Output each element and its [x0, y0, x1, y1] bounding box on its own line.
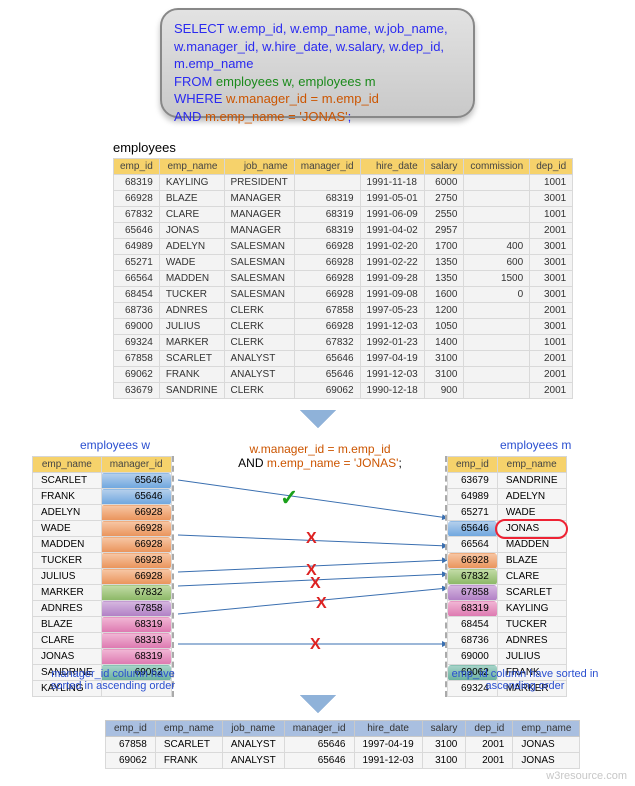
table-row: 67858SCARLET	[448, 585, 567, 601]
result-table-container: emp_idemp_namejob_namemanager_idhire_dat…	[105, 720, 580, 769]
employees-m-table: emp_idemp_name 63679SANDRINE64989ADELYN6…	[447, 456, 567, 697]
col-header: salary	[424, 159, 464, 175]
arrow-down-2	[300, 695, 336, 713]
table-row: 68736ADNRESCLERK678581997-05-2312002001	[114, 303, 573, 319]
employees-table: emp_idemp_namejob_namemanager_idhire_dat…	[113, 158, 573, 399]
x-icon: X	[316, 595, 327, 613]
table-row: 65646JONASMANAGER683191991-04-0229572001	[114, 223, 573, 239]
table-row: 68319KAYLINGPRESIDENT1991-11-1860001001	[114, 175, 573, 191]
col-header: emp_id	[106, 721, 156, 737]
table-row: JONAS68319	[33, 649, 172, 665]
table-row: 68454TUCKER	[448, 617, 567, 633]
col-header: manager_id	[101, 457, 171, 473]
x-icon: X	[306, 530, 317, 548]
mid-semi: ;	[398, 456, 401, 470]
table-row: 66564MADDEN	[448, 537, 567, 553]
table-row: 65271WADE	[448, 505, 567, 521]
employees-m-table-container: emp_idemp_name 63679SANDRINE64989ADELYN6…	[445, 456, 567, 697]
employees-w-label: employees w	[80, 438, 150, 452]
table-row: SCARLET65646	[33, 473, 172, 489]
col-header: emp_name	[497, 457, 566, 473]
table-row: 64989ADELYNSALESMAN669281991-02-20170040…	[114, 239, 573, 255]
col-header: emp_id	[114, 159, 160, 175]
employees-m-label: employees m	[500, 438, 571, 452]
table-row: 67832CLARE	[448, 569, 567, 585]
watermark: w3resource.com	[546, 770, 627, 782]
table-row: 67858SCARLETANALYST656461997-04-19310020…	[106, 737, 580, 753]
table-row: 65646JONAS	[448, 521, 567, 537]
col-header: job_name	[222, 721, 284, 737]
table-row: 66928BLAZE	[448, 553, 567, 569]
sql-select: SELECT w.emp_id, w.emp_name, w.job_name,…	[174, 21, 448, 71]
col-header: emp_name	[159, 159, 224, 175]
col-header: emp_name	[33, 457, 102, 473]
table-row: 69062FRANKANALYST656461991-12-0331002001	[114, 367, 573, 383]
table-row: ADELYN66928	[33, 505, 172, 521]
table-row: ADNRES67858	[33, 601, 172, 617]
col-header: manager_id	[284, 721, 354, 737]
table-row: MARKER67832	[33, 585, 172, 601]
sql-cond2: m.emp_name = 'JONAS'	[205, 109, 348, 124]
table-row: BLAZE68319	[33, 617, 172, 633]
table-row: WADE66928	[33, 521, 172, 537]
table-row: 69000JULIUS	[448, 649, 567, 665]
table-row: 63679SANDRINECLERK690621990-12-189002001	[114, 383, 573, 399]
table-row: TUCKER66928	[33, 553, 172, 569]
col-header: salary	[422, 721, 466, 737]
table-row: 68736ADNRES	[448, 633, 567, 649]
table-row: 67858SCARLETANALYST656461997-04-19310020…	[114, 351, 573, 367]
employees-label: employees	[113, 140, 176, 155]
col-header: dep_id	[530, 159, 573, 175]
w-sort-note: manager_id column have sorted in ascendi…	[38, 668, 188, 692]
table-row: 66564MADDENSALESMAN669281991-09-28135015…	[114, 271, 573, 287]
x-icon: X	[310, 575, 321, 593]
table-row: CLARE68319	[33, 633, 172, 649]
sql-from-tbl: employees w, employees m	[216, 74, 376, 89]
col-header: commission	[464, 159, 530, 175]
table-row: JULIUS66928	[33, 569, 172, 585]
mid-and: AND	[238, 456, 267, 470]
table-row: 67832CLAREMANAGER683191991-06-0925501001	[114, 207, 573, 223]
table-row: 66928BLAZEMANAGER683191991-05-0127503001	[114, 191, 573, 207]
col-header: job_name	[224, 159, 294, 175]
join-condition-text: w.manager_id = m.emp_id AND m.emp_name =…	[225, 442, 415, 470]
col-header: dep_id	[466, 721, 513, 737]
x-icon: X	[310, 636, 321, 654]
col-header: emp_name	[513, 721, 580, 737]
table-row: 68319KAYLING	[448, 601, 567, 617]
col-header: hire_date	[354, 721, 422, 737]
m-sort-note: emp_id column have sorted in ascending o…	[450, 668, 600, 692]
col-header: manager_id	[294, 159, 360, 175]
sql-and-kw: AND	[174, 109, 205, 124]
result-table: emp_idemp_namejob_namemanager_idhire_dat…	[105, 720, 580, 769]
table-row: MADDEN66928	[33, 537, 172, 553]
mid-cond2: m.emp_name = 'JONAS'	[267, 456, 399, 470]
employees-w-table: emp_namemanager_id SCARLET65646FRANK6564…	[32, 456, 172, 697]
col-header: hire_date	[360, 159, 424, 175]
table-row: 63679SANDRINE	[448, 473, 567, 489]
table-row: FRANK65646	[33, 489, 172, 505]
col-header: emp_name	[155, 721, 222, 737]
sql-where-kw: WHERE	[174, 91, 226, 106]
employees-w-table-container: emp_namemanager_id SCARLET65646FRANK6564…	[32, 456, 174, 697]
table-row: 69062FRANKANALYST656461991-12-0331002001…	[106, 753, 580, 769]
table-row: 69324MARKERCLERK678321992-01-2314001001	[114, 335, 573, 351]
sql-from-kw: FROM	[174, 74, 216, 89]
arrow-down-1	[300, 410, 336, 428]
sql-query-box: SELECT w.emp_id, w.emp_name, w.job_name,…	[160, 8, 475, 118]
check-icon: ✓	[280, 485, 298, 511]
sql-cond1: w.manager_id = m.emp_id	[226, 91, 379, 106]
table-row: 65271WADESALESMAN669281991-02-2213506003…	[114, 255, 573, 271]
table-row: 68454TUCKERSALESMAN669281991-09-08160003…	[114, 287, 573, 303]
mid-cond1: w.manager_id = m.emp_id	[249, 442, 390, 456]
sql-semi: ;	[348, 109, 352, 124]
table-row: 64989ADELYN	[448, 489, 567, 505]
employees-table-container: emp_idemp_namejob_namemanager_idhire_dat…	[113, 158, 573, 399]
table-row: 69000JULIUSCLERK669281991-12-0310503001	[114, 319, 573, 335]
col-header: emp_id	[448, 457, 498, 473]
